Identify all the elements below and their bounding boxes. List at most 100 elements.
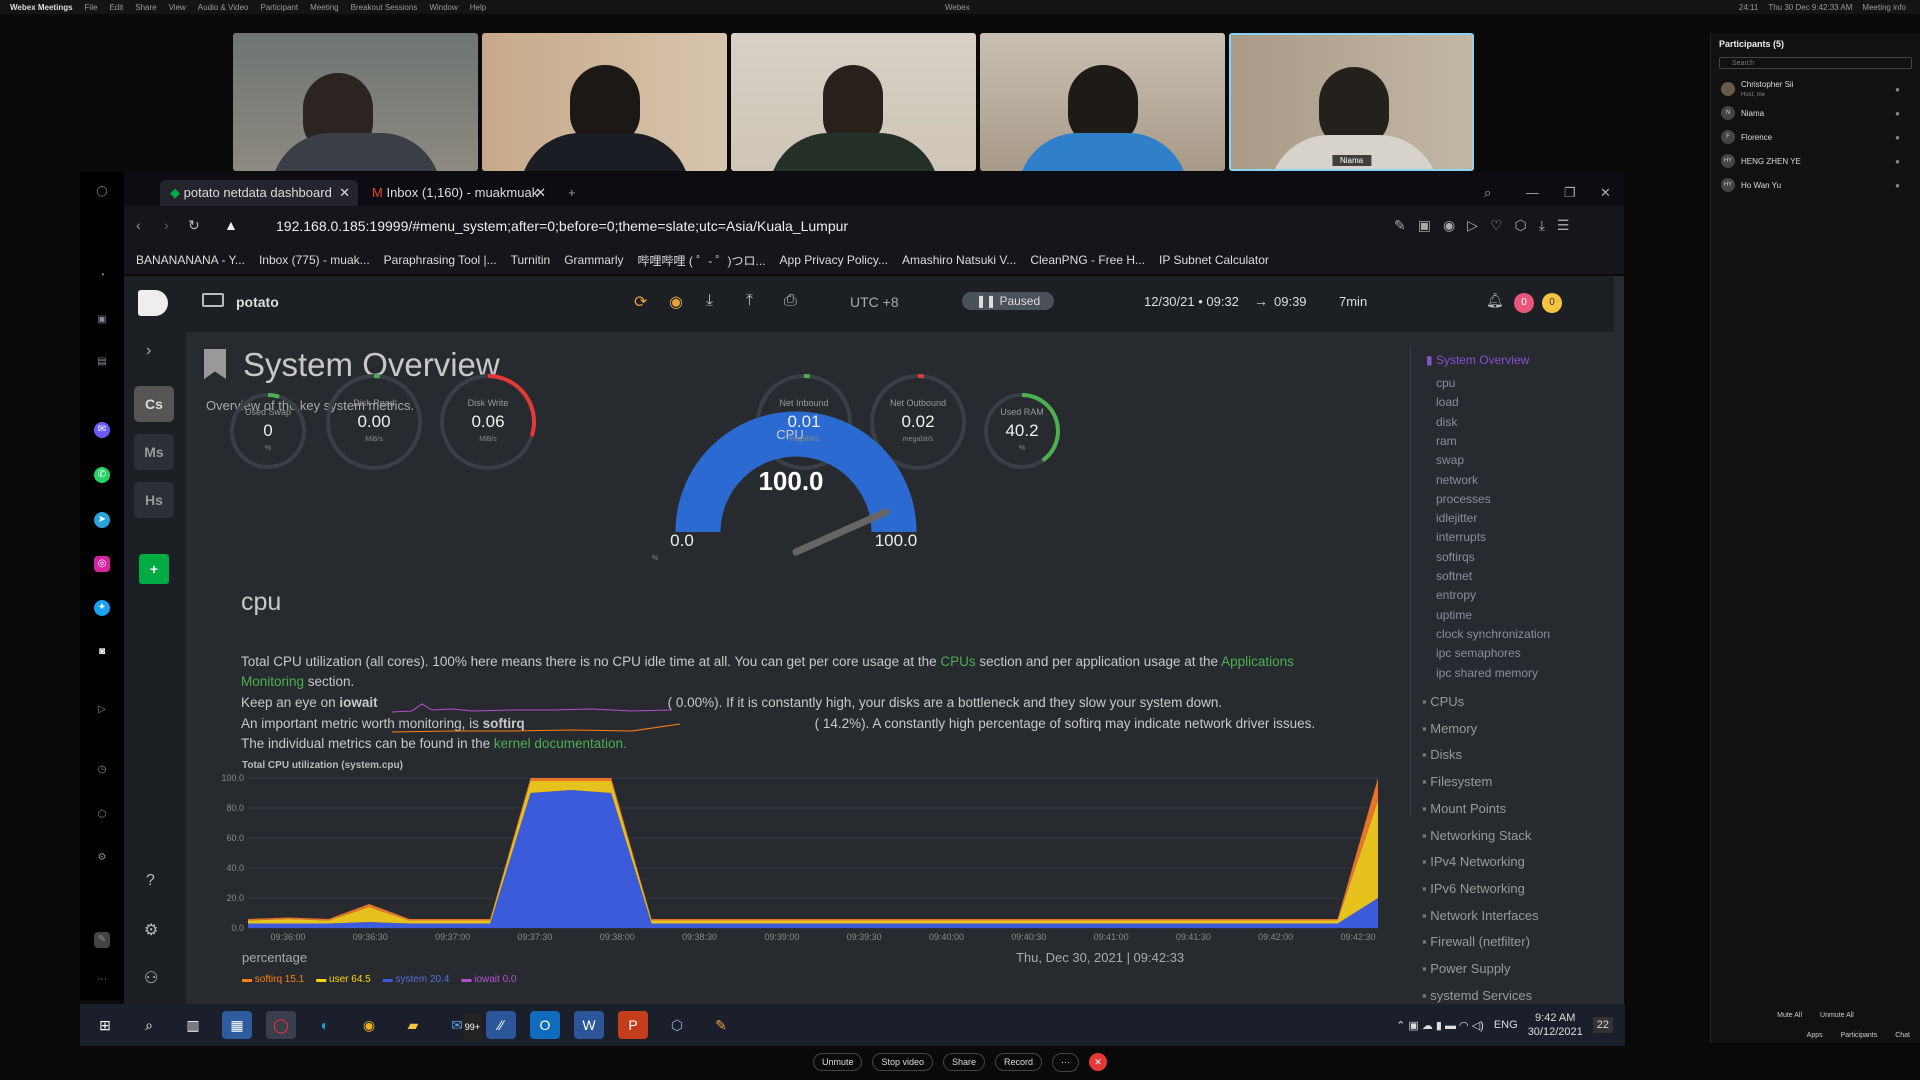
participant-row[interactable]: N Niama ● [1711,101,1920,125]
participants-button[interactable]: Participants [1841,1032,1878,1039]
toc-section[interactable]: ▪ Networking Stack [1422,828,1531,843]
expand-icon[interactable]: › [146,342,151,360]
app-icon[interactable]: ▦ [222,1011,252,1039]
history-icon[interactable]: ◷ [94,762,110,778]
toc-section[interactable]: ▪ Network Interfaces [1422,908,1539,923]
task-view-icon[interactable]: ▥ [178,1011,208,1039]
video-tile-2[interactable] [482,33,727,171]
bookmark[interactable]: Amashiro Natsuki V... [902,253,1016,267]
menu-audio-video[interactable]: Audio & Video [198,3,249,12]
participant-row[interactable]: Christopher Sii Host, me ● [1711,77,1920,101]
toc-section[interactable]: ▪ Firewall (netfilter) [1422,934,1530,949]
record-button[interactable]: Record [995,1053,1043,1071]
player-icon[interactable]: ▷ [94,702,110,718]
chrome-icon[interactable]: ◉ [354,1011,384,1039]
mic-icon[interactable]: ● [1895,157,1900,166]
virtualbox-icon[interactable]: ⬡ [662,1011,692,1039]
bookmark[interactable]: Turnitin [511,253,551,267]
meeting-info[interactable]: Meeting info [1862,3,1906,12]
outlook-icon[interactable]: O [530,1011,560,1039]
more-button[interactable]: ⋯ [1052,1052,1080,1072]
opera-taskbar-icon[interactable]: ◯ [266,1011,296,1039]
toc-item[interactable]: ipc semaphores [1436,646,1521,660]
cpu-chart[interactable]: 100.0 80.0 60.0 40.0 20.0 0.0 09:36:00 09:36:30… [196,772,1396,944]
workspace-icon[interactable]: ✎ [94,932,110,948]
url-field[interactable]: 192.168.0.185:19999/#menu_system;after=0… [276,218,848,234]
range-to[interactable]: 09:39 [1274,294,1307,309]
menu-file[interactable]: File [85,3,98,12]
bookmark[interactable]: Paraphrasing Tool |... [384,253,497,267]
menu-window[interactable]: Window [429,3,457,12]
toc-section[interactable]: ▪ Power Supply [1422,961,1510,976]
back-icon[interactable]: ‹ [136,217,141,233]
netdata-logo-icon[interactable] [138,290,168,316]
toc-item[interactable]: swap [1436,453,1464,467]
toc-item[interactable]: load [1436,395,1459,409]
toc-section[interactable]: ▪ Filesystem [1422,774,1492,789]
host-name[interactable]: potato [236,294,279,310]
opera-icon[interactable]: ◯ [94,184,110,200]
menu-breakout[interactable]: Breakout Sessions [351,3,418,12]
mic-icon[interactable]: ● [1895,85,1900,94]
mic-icon[interactable]: ● [1895,181,1900,190]
print-icon[interactable]: ⎙ [784,292,797,310]
new-tab-button[interactable]: + [558,180,586,206]
toc-section[interactable]: ▪ Memory [1422,721,1477,736]
toc-section[interactable]: ▪ Mount Points [1422,801,1506,816]
restore-icon[interactable]: ❐ [1554,180,1586,206]
menu-share[interactable]: Share [135,3,156,12]
more-icon[interactable]: ⋯ [94,972,110,988]
share-button[interactable]: Share [943,1053,986,1071]
leave-button[interactable]: ✕ [1089,1053,1108,1071]
language-indicator[interactable]: ENG [1494,1019,1518,1031]
bookmark[interactable]: App Privacy Policy... [780,253,888,267]
download-icon[interactable]: ⤓ [706,292,713,310]
mail-icon[interactable]: ✉ 99+ [442,1011,482,1041]
toc-item[interactable]: clock synchronization [1436,627,1550,641]
add-space-button[interactable]: + [139,554,169,584]
cpus-link[interactable]: CPUs [940,654,975,669]
reload-icon[interactable]: ↻ [188,217,200,234]
toc-item[interactable]: softirqs [1436,550,1475,564]
range-from[interactable]: 12/30/21 • 09:32 [1144,294,1239,309]
legend-user[interactable]: ▬ user 64.5 [316,974,370,985]
alarm-badge-warning[interactable]: 0 [1542,293,1562,313]
bookmark[interactable]: 哔哩哔哩 ( ゜- ゜)つロ... [638,252,766,269]
mute-all-button[interactable]: Mute All [1777,1012,1802,1019]
apps-button[interactable]: Apps [1807,1032,1823,1039]
toc-item[interactable]: softnet [1436,569,1472,583]
toc-section[interactable]: ▪ IPv4 Networking [1422,854,1525,869]
discord-icon[interactable]: ◙ [94,644,110,660]
mic-icon[interactable]: ● [1895,109,1900,118]
file-explorer-icon[interactable]: ▰ [398,1011,428,1039]
tab-netdata[interactable]: ◆ potato netdata dashboard ✕ [160,180,358,206]
menu-meeting[interactable]: Meeting [310,3,338,12]
close-icon[interactable]: ✕ [339,185,350,201]
tab-gmail[interactable]: M Inbox (1,160) - muakmuak ✕ [362,180,554,206]
bookmark[interactable]: Inbox (775) - muak... [259,253,370,267]
search-icon[interactable]: ⌕ [134,1011,164,1039]
space-button[interactable]: Ms [134,434,174,470]
app-icon[interactable]: ∕∕ [486,1011,516,1039]
toc-item[interactable]: ipc shared memory [1436,666,1538,680]
toc-section[interactable]: ▪ Disks [1422,747,1462,762]
upload-icon[interactable]: ⤒ [746,292,753,310]
toolbar-icons[interactable]: ✎▣◉▷♡⬡⤓☰ [1394,217,1581,234]
paused-toggle[interactable]: ❚❚ Paused [962,292,1055,310]
bookmark[interactable]: IP Subnet Calculator [1159,253,1269,267]
toc-item[interactable]: ram [1436,434,1457,448]
toc-item[interactable]: idlejitter [1436,511,1477,525]
timezone-select[interactable]: UTC +8 [850,294,899,310]
whatsapp-icon[interactable]: ✆ [94,467,110,483]
space-button[interactable]: Hs [134,482,174,518]
toc-section[interactable]: ▪ CPUs [1422,694,1464,709]
menu-participant[interactable]: Participant [260,3,298,12]
twitter-icon[interactable]: ✦ [94,600,110,616]
search-icon[interactable]: ⌕ [1474,180,1501,206]
speed-dial-icon[interactable]: ◔ [94,268,110,284]
toc-head[interactable]: ▮ System Overview [1426,353,1529,367]
alarm-badge-critical[interactable]: 0 [1514,293,1534,313]
extensions-icon[interactable]: ⬡ [94,807,110,823]
video-tile-5[interactable]: Niama [1229,33,1474,171]
bulb-icon[interactable]: ◉ [669,292,683,312]
